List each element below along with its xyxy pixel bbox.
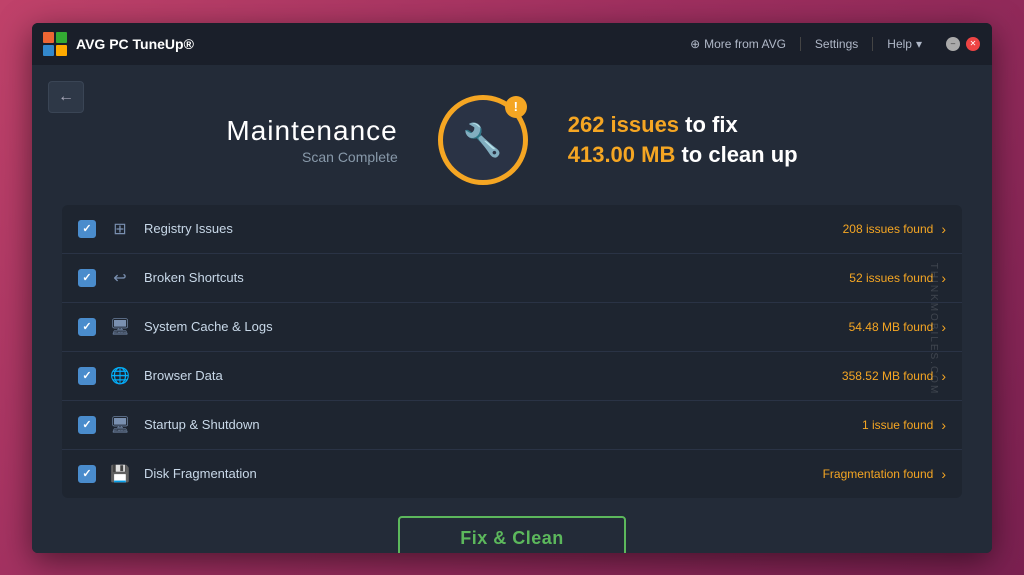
issues-count: 262 issues to fix — [568, 112, 798, 138]
issue-result: 358.52 MB found — [842, 369, 933, 383]
issue-row[interactable]: ✓ 🖥 Startup & Shutdown 1 issue found › — [62, 401, 962, 450]
issue-chevron[interactable]: › — [941, 270, 946, 286]
issue-name: Registry Issues — [144, 221, 843, 236]
chevron-down-icon: ▾ — [916, 37, 922, 51]
issue-checkbox[interactable]: ✓ — [78, 465, 96, 483]
issue-checkbox[interactable]: ✓ — [78, 220, 96, 238]
circle-ring: 🔧 ! — [438, 95, 528, 185]
clean-count: 413.00 MB to clean up — [568, 142, 798, 168]
plus-circle-icon: ⊕ — [690, 37, 700, 51]
issue-result: Fragmentation found — [823, 467, 934, 481]
issue-name: Browser Data — [144, 368, 842, 383]
close-button[interactable]: ✕ — [966, 37, 980, 51]
issue-name: System Cache & Logs — [144, 319, 849, 334]
issue-checkbox[interactable]: ✓ — [78, 318, 96, 336]
nav-divider1 — [800, 37, 801, 51]
maintenance-text-block: Maintenance Scan Complete — [226, 115, 397, 165]
settings-button[interactable]: Settings — [815, 37, 858, 51]
fix-clean-button[interactable]: Fix & Clean — [398, 516, 626, 553]
titlebar-right: ⊕ More from AVG Settings Help ▾ – ✕ — [690, 37, 980, 51]
titlebar-left: AVG PC TuneUp® — [42, 31, 194, 57]
issues-list: ✓ ⊞ Registry Issues 208 issues found › ✓… — [62, 205, 962, 498]
help-button[interactable]: Help ▾ — [887, 37, 922, 51]
issue-chevron[interactable]: › — [941, 221, 946, 237]
minimize-button[interactable]: – — [946, 37, 960, 51]
back-button[interactable]: ← — [48, 81, 84, 113]
nav-divider2 — [872, 37, 873, 51]
stats-block: 262 issues to fix 413.00 MB to clean up — [568, 112, 798, 168]
issue-name: Startup & Shutdown — [144, 417, 862, 432]
issue-result: 208 issues found — [843, 222, 934, 236]
issue-checkbox[interactable]: ✓ — [78, 416, 96, 434]
alert-badge: ! — [505, 96, 527, 118]
header-section: Maintenance Scan Complete 🔧 ! 262 issues… — [32, 65, 992, 205]
main-content: ← Maintenance Scan Complete 🔧 ! 262 issu… — [32, 65, 992, 553]
issue-icon: 🖥 — [106, 411, 134, 439]
wrench-icon: 🔧 — [463, 121, 503, 159]
maintenance-title: Maintenance — [226, 115, 397, 147]
issue-name: Disk Fragmentation — [144, 466, 823, 481]
issue-icon: 🖥 — [106, 313, 134, 341]
issue-result: 52 issues found — [849, 271, 933, 285]
issue-icon: 🌐 — [106, 362, 134, 390]
issue-name: Broken Shortcuts — [144, 270, 849, 285]
issue-chevron[interactable]: › — [941, 368, 946, 384]
issue-icon: ⊞ — [106, 215, 134, 243]
issue-row[interactable]: ✓ 🌐 Browser Data 358.52 MB found › — [62, 352, 962, 401]
avg-logo — [42, 31, 68, 57]
issue-chevron[interactable]: › — [941, 466, 946, 482]
issue-result: 1 issue found — [862, 418, 933, 432]
issue-row[interactable]: ✓ ↩ Broken Shortcuts 52 issues found › — [62, 254, 962, 303]
issue-checkbox[interactable]: ✓ — [78, 367, 96, 385]
issue-row[interactable]: ✓ 💾 Disk Fragmentation Fragmentation fou… — [62, 450, 962, 498]
scan-icon: 🔧 ! — [438, 95, 528, 185]
issue-icon: 💾 — [106, 460, 134, 488]
more-from-avg-button[interactable]: ⊕ More from AVG — [690, 37, 786, 51]
issue-row[interactable]: ✓ 🖥 System Cache & Logs 54.48 MB found › — [62, 303, 962, 352]
app-title: AVG PC TuneUp® — [76, 36, 194, 52]
action-section: Fix & Clean Cancel — [32, 498, 992, 553]
scan-status: Scan Complete — [226, 149, 397, 165]
issue-result: 54.48 MB found — [849, 320, 934, 334]
titlebar: AVG PC TuneUp® ⊕ More from AVG Settings … — [32, 23, 992, 65]
issue-icon: ↩ — [106, 264, 134, 292]
issue-checkbox[interactable]: ✓ — [78, 269, 96, 287]
window-controls: – ✕ — [946, 37, 980, 51]
issue-chevron[interactable]: › — [941, 319, 946, 335]
issue-chevron[interactable]: › — [941, 417, 946, 433]
issue-row[interactable]: ✓ ⊞ Registry Issues 208 issues found › — [62, 205, 962, 254]
app-window: AVG PC TuneUp® ⊕ More from AVG Settings … — [32, 23, 992, 553]
